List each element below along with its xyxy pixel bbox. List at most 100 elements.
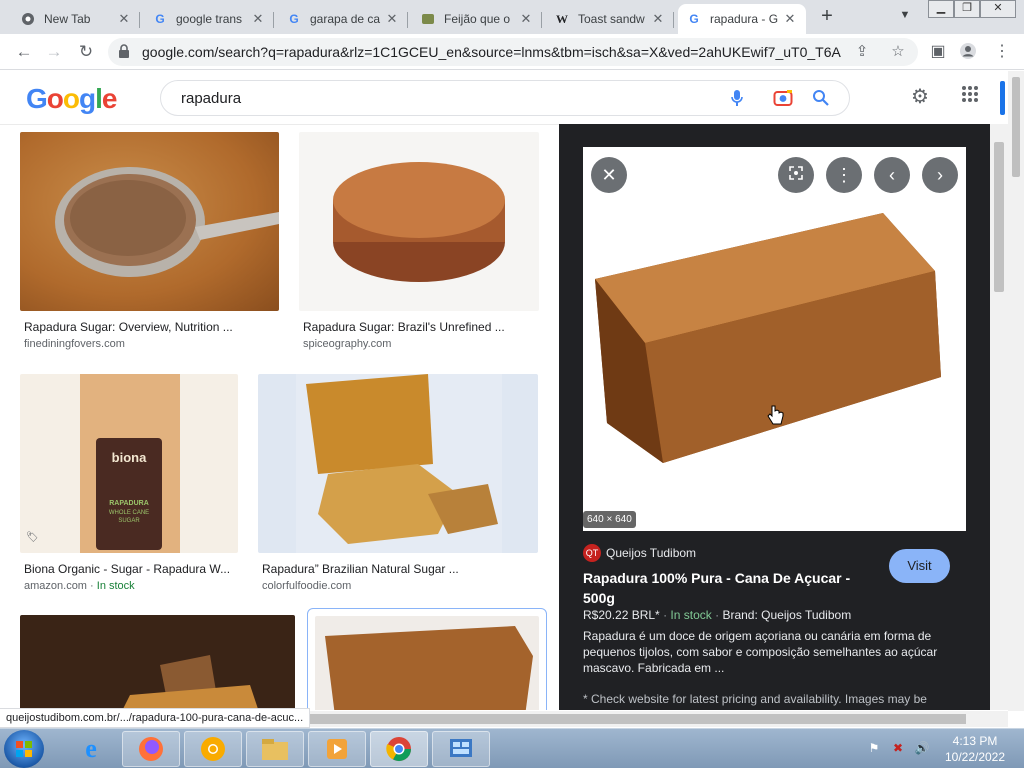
image-result[interactable]: biona RAPADURA WHOLE CANE SUGAR 🏷 Biona … xyxy=(20,374,240,604)
search-box[interactable]: rapadura xyxy=(160,80,850,116)
lens-search-button[interactable] xyxy=(778,157,814,193)
preview-scrollbar[interactable] xyxy=(990,124,1008,710)
rapadura-disc-image xyxy=(333,162,505,282)
profile-icon[interactable] xyxy=(958,42,978,62)
start-button[interactable] xyxy=(4,730,44,768)
windows-taskbar: e ⚑ ✖ 🔊 4:13 PM 10/22/2022 xyxy=(0,728,1024,768)
lens-camera-icon[interactable] xyxy=(773,89,793,109)
search-icon[interactable] xyxy=(811,89,831,109)
google-icon: G xyxy=(689,12,699,26)
label-sugar-text: SUGAR xyxy=(118,518,140,524)
action-center-icon[interactable]: ⚑ xyxy=(866,741,882,757)
microphone-icon[interactable] xyxy=(727,89,747,109)
page-scrollbar[interactable] xyxy=(1008,71,1024,711)
product-meta: R$20.22 BRL* · In stock · Brand: Queijos… xyxy=(583,608,852,622)
tab-title: rapadura - G xyxy=(710,12,779,26)
result-source-domain: amazon.com xyxy=(24,580,87,592)
tab-feijao[interactable]: Feijão que o ✕ xyxy=(412,4,542,34)
tab-title: Toast sandw xyxy=(578,12,645,26)
share-icon[interactable]: ⇪ xyxy=(852,42,872,62)
bookmark-star-icon[interactable]: ☆ xyxy=(888,42,908,62)
spoon-image xyxy=(55,167,279,277)
preview-image[interactable] xyxy=(583,147,966,531)
close-icon[interactable]: ✕ xyxy=(250,11,266,27)
result-thumbnail[interactable]: biona RAPADURA WHOLE CANE SUGAR 🏷 xyxy=(20,374,238,553)
rapadura-pieces-image xyxy=(296,374,502,553)
scrollbar-thumb[interactable] xyxy=(994,142,1004,292)
chrome-canary-icon[interactable] xyxy=(184,731,242,767)
result-thumbnail[interactable] xyxy=(20,615,295,710)
next-image-button[interactable]: › xyxy=(922,157,958,193)
image-result[interactable]: Rapadura Sugar: Overview, Nutrition ... … xyxy=(20,132,280,362)
result-caption[interactable]: Rapadura Sugar: Overview, Nutrition ... xyxy=(24,320,276,334)
chrome-taskbar-icon[interactable] xyxy=(370,731,428,767)
apps-grid-icon[interactable] xyxy=(958,85,982,109)
product-title[interactable]: Rapadura 100% Pura - Cana De Açucar - 50… xyxy=(583,568,873,608)
result-source: colorfulfoodie.com xyxy=(262,580,352,592)
firefox-icon[interactable] xyxy=(122,731,180,767)
in-stock-label: In stock xyxy=(670,608,712,622)
file-explorer-icon[interactable] xyxy=(246,731,304,767)
windows-logo-icon xyxy=(16,741,32,757)
result-thumbnail[interactable] xyxy=(20,132,279,311)
result-source: finediningfovers.com xyxy=(24,338,125,350)
address-url[interactable]: google.com/search?q=rapadura&rlz=1C1GCEU… xyxy=(142,44,842,60)
new-tab-button[interactable]: + xyxy=(816,6,838,28)
store-name[interactable]: Queijos Tudibom xyxy=(606,546,696,560)
result-source: amazon.com · In stock xyxy=(24,580,135,592)
previous-image-button[interactable]: ‹ xyxy=(874,157,910,193)
pricing-disclaimer: * Check website for latest pricing and a… xyxy=(583,692,927,706)
image-result-selected[interactable] xyxy=(307,608,547,710)
reload-button[interactable]: ↻ xyxy=(76,42,96,62)
lock-icon xyxy=(119,44,129,58)
tab-rapadura[interactable]: G rapadura - G ✕ xyxy=(678,4,806,34)
image-result[interactable]: Rapadura” Brazilian Natural Sugar ... co… xyxy=(258,374,540,604)
side-panel-icon[interactable]: ▣ xyxy=(928,42,948,62)
close-icon[interactable]: ✕ xyxy=(116,11,132,27)
close-icon[interactable]: ✕ xyxy=(782,11,798,27)
volume-icon[interactable]: 🔊 xyxy=(914,741,930,757)
settings-gear-icon[interactable]: ⚙ xyxy=(908,85,932,109)
google-logo[interactable]: Google xyxy=(26,83,117,115)
address-bar[interactable]: google.com/search?q=rapadura&rlz=1C1GCEU… xyxy=(108,38,918,66)
result-thumbnail[interactable] xyxy=(299,132,539,311)
result-thumbnail[interactable] xyxy=(315,616,539,710)
forward-button[interactable]: → xyxy=(44,42,64,62)
back-button[interactable]: ← xyxy=(14,42,34,62)
visit-button[interactable]: Visit xyxy=(889,549,950,583)
close-preview-button[interactable]: ✕ xyxy=(591,157,627,193)
network-error-icon[interactable]: ✖ xyxy=(890,741,906,757)
maximize-button[interactable]: ❐ xyxy=(954,0,980,18)
image-result[interactable] xyxy=(20,615,296,710)
product-price: R$20.22 BRL* xyxy=(583,608,660,622)
more-options-button[interactable]: ⋮ xyxy=(826,157,862,193)
biona-brand-text: biona xyxy=(111,450,147,465)
tab-google-translate[interactable]: G google trans ✕ xyxy=(144,4,274,34)
control-panel-icon[interactable] xyxy=(432,731,490,767)
menu-kebab-icon[interactable]: ⋮ xyxy=(992,42,1012,62)
search-input[interactable]: rapadura xyxy=(181,90,241,107)
system-clock[interactable]: 4:13 PM 10/22/2022 xyxy=(940,733,1010,765)
result-source: spiceography.com xyxy=(303,338,392,350)
result-caption[interactable]: Rapadura” Brazilian Natural Sugar ... xyxy=(262,562,538,576)
result-thumbnail[interactable] xyxy=(258,374,538,553)
scrollbar-thumb[interactable] xyxy=(1012,77,1020,177)
rapadura-bar-image xyxy=(325,626,533,710)
result-caption[interactable]: Rapadura Sugar: Brazil's Unrefined ... xyxy=(303,320,537,334)
close-icon[interactable]: ✕ xyxy=(384,11,400,27)
close-icon[interactable]: ✕ xyxy=(650,11,666,27)
tab-garapa[interactable]: G garapa de ca ✕ xyxy=(278,4,408,34)
chevron-down-icon[interactable]: ▼ xyxy=(896,9,914,25)
media-player-icon[interactable] xyxy=(308,731,366,767)
tab-new-tab[interactable]: New Tab ✕ xyxy=(12,4,140,34)
close-icon[interactable]: ✕ xyxy=(518,11,534,27)
result-caption[interactable]: Biona Organic - Sugar - Rapadura W... xyxy=(24,562,236,576)
window-close-button[interactable]: ✕ xyxy=(980,0,1016,18)
hand-cursor-icon xyxy=(767,405,784,425)
wikipedia-icon: W xyxy=(556,11,568,26)
image-result[interactable]: Rapadura Sugar: Brazil's Unrefined ... s… xyxy=(299,132,540,362)
minimize-button[interactable]: ▁ xyxy=(928,0,954,18)
tab-toast-sandwich[interactable]: W Toast sandw ✕ xyxy=(546,4,674,34)
internet-explorer-icon[interactable]: e xyxy=(62,731,120,767)
product-brand: Brand: Queijos Tudibom xyxy=(722,608,852,622)
